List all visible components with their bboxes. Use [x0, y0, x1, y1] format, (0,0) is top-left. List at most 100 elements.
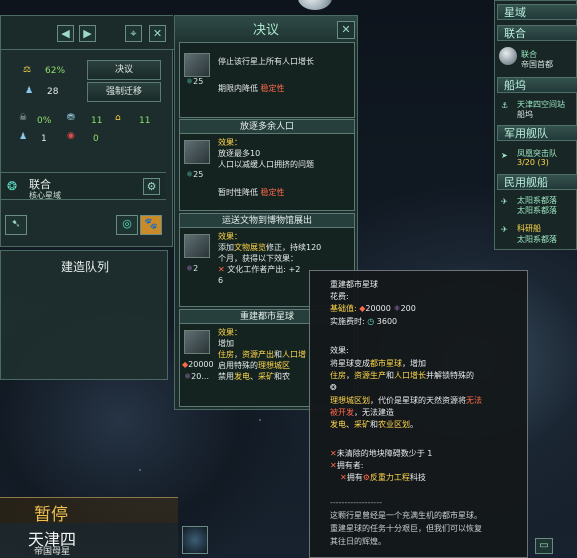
amenities-value: 11 [91, 116, 103, 126]
influence-cost: ⚛25 [186, 77, 204, 86]
cross-icon: ✕ [330, 461, 337, 470]
unemployed-value: 1 [41, 134, 47, 144]
influence-cost: ⚛25 [186, 170, 204, 179]
science-ship-icon: ✈ [501, 225, 508, 234]
fleet-icon: ➤ [501, 151, 508, 160]
outliner-section-union[interactable]: 联合 [497, 25, 577, 41]
tooltip-base-cost: 基础值: ◆20000 ⚛200 [330, 304, 416, 313]
starbase-icon: ⚓ [501, 101, 509, 110]
unity-cost: ⚛2 [186, 264, 199, 273]
terraform-icon[interactable]: ◎ [116, 215, 138, 235]
close-icon[interactable]: ✕ [149, 25, 166, 42]
decision-tooltip: 重建都市星球 花费: 基础值: ◆20000 ⚛200 实施费时: ◷ 3600… [309, 270, 528, 558]
outliner-panel: 星域 联合 联合 帝国首都 船坞 ⚓ 天津四空间站 船坞 军用舰队 ➤ 凤凰突击… [494, 0, 577, 250]
pause-indicator[interactable]: 暂停 [0, 497, 178, 525]
decision-image [184, 140, 210, 164]
tooltip-effect-label: 效果: [330, 346, 349, 355]
sector-subtitle: 核心星域 [29, 191, 61, 200]
crime-icon: ☠ [19, 113, 28, 123]
decision-effect-line: 暂时性降低 稳定性 [218, 188, 285, 197]
decision-effect-line: 个月，获得以下效果： [218, 254, 298, 263]
decision-effect-line: 添加文物展览修正，持续120 [218, 243, 322, 252]
outliner-section-shipyards[interactable]: 船坞 [497, 77, 577, 93]
amenities-icon: ⛃ [67, 113, 75, 123]
decision-effect-line: 停止该行星上所有人口增长 [218, 57, 314, 66]
tooltip-description: 重建星球的任务十分艰巨，但我们可以恢复 [330, 524, 482, 533]
outliner-section-military[interactable]: 军用舰队 [497, 125, 577, 141]
decisions-button[interactable]: 决议 [87, 60, 161, 80]
resettle-button[interactable]: 强制迁移 [87, 82, 161, 102]
effect-label: 效果： [218, 328, 242, 337]
tooltip-effect-line: 住房，资源生产和人口增长并解锁特殊的 [330, 371, 474, 380]
galaxy-map-button[interactable] [182, 526, 208, 554]
outliner-section-sectors[interactable]: 星域 [497, 4, 577, 20]
deviancy-icon: ◉ [67, 131, 75, 141]
decision-effect-line: 启用特殊的理想城区 [218, 361, 290, 370]
alloy-cost: ◆20000 [182, 360, 214, 369]
tooltip-description: 其往日的辉煌。 [330, 537, 386, 546]
tooltip-description: 这颗行星曾经是一个充满生机的都市星球。 [330, 511, 482, 520]
tooltip-divider: ------------------ [330, 498, 382, 507]
cross-icon: ✕ [340, 473, 347, 482]
decision-image [184, 330, 210, 354]
outliner-item-civilian[interactable]: 科研船 [517, 223, 541, 234]
decision-title: 放逐多余人口 [180, 120, 354, 134]
prev-planet-button[interactable]: ◀ [57, 25, 74, 42]
selected-planet-label[interactable]: 天津四 帝国母星 [0, 523, 178, 558]
construction-ship-icon: ✈ [501, 197, 508, 206]
planet-sprite[interactable] [298, 0, 332, 10]
stability-icon: ⚖ [23, 65, 32, 75]
unemployed-icon: ♟ [19, 132, 28, 142]
fleet-count: 3/20 (3) [517, 158, 549, 167]
tooltip-effect-line: 理想城区划，代价是星球的天然资源将无法 [330, 396, 482, 405]
decision-effect-line: 禁用发电、采矿和农 [218, 372, 290, 381]
decision-card-halt-growth[interactable]: ⚛25 停止该行星上所有人口增长 期限内降低 稳定性 [179, 42, 355, 118]
decision-effect-line: 放逐最多10 [218, 149, 261, 158]
planet-icon [499, 47, 517, 65]
close-icon[interactable]: ✕ [337, 21, 355, 39]
decision-card-purge-pops[interactable]: 放逐多余人口 ⚛25 效果： 放逐最多10 人口以减缓人口拥挤的问题 暂时性降低… [179, 119, 355, 211]
tech-icon: ⚙ [362, 473, 370, 482]
decision-effect-line: ✕ 文化工作者产出: +2 [218, 265, 301, 274]
build-queue-title: 建造队列 [60, 260, 109, 274]
time-icon: ◷ [367, 317, 375, 326]
decision-effect-line: 期限内降低 稳定性 [218, 84, 285, 93]
next-planet-button[interactable]: ▶ [79, 25, 96, 42]
cross-icon: ✕ [330, 449, 337, 458]
crime-value: 0% [37, 116, 52, 126]
outliner-item-civilian[interactable]: 太阳系都落 [517, 205, 557, 216]
outliner-item-civilian[interactable]: 太阳系都落 [517, 234, 557, 245]
decision-title: 运送文物到博物馆展出 [180, 214, 354, 228]
build-queue-panel: 建造队列 [0, 250, 168, 380]
tooltip-requirement: ✕拥有者: [330, 461, 364, 470]
outliner-section-civilian[interactable]: 民用舰船 [497, 174, 577, 190]
ship-icon[interactable]: ➷ [5, 215, 27, 235]
outliner-item-capital-sub: 帝国首都 [521, 60, 553, 69]
focus-planet-button[interactable]: ⌖ [125, 25, 142, 42]
sector-settings-icon[interactable]: ⚙ [143, 178, 160, 195]
tooltip-effect-line: 被开发，无法建造 [330, 408, 394, 417]
outliner-item-starbase-sub: 船坞 [517, 110, 533, 119]
effect-label: 效果： [218, 232, 242, 241]
decision-image [184, 234, 210, 258]
tooltip-cost-label: 花费: [330, 292, 349, 301]
district-icon: ❂ [330, 383, 337, 392]
decision-effect-line: 增加 [218, 339, 234, 348]
tooltip-effect-line: 发电、采矿和农业区划。 [330, 420, 418, 429]
effect-label: 效果： [218, 138, 242, 147]
influence-icon: ⚛ [393, 304, 401, 313]
pops-icon: ♟ [25, 86, 34, 96]
chat-icon[interactable]: ▭ [535, 538, 553, 554]
planet-subtitle: 帝国母星 [34, 547, 71, 557]
species-icon[interactable]: 🐾 [140, 215, 162, 235]
pops-value: 28 [47, 87, 59, 97]
tooltip-requirement: ✕未清除的地块障碍数少于 1 [330, 449, 433, 458]
decision-effect-line: 住房，资源产出和人口增 [218, 350, 306, 359]
tooltip-title: 重建都市星球 [330, 280, 378, 289]
sector-row[interactable]: ❂ 联合 核心星域 ⚙ [1, 172, 166, 200]
housing-icon: ⌂ [115, 113, 121, 123]
deviancy-value: 0 [93, 134, 99, 144]
tooltip-effect-line: 将星球变成都市星球，增加 [330, 359, 426, 368]
influence-cost: ⚛20... [184, 372, 209, 381]
planet-panel: ◀ ▶ ⌖ ✕ ⚖ 62% ♟ 28 决议 强制迁移 ☠ 0% ⛃ 11 ⌂ 1… [0, 15, 174, 247]
